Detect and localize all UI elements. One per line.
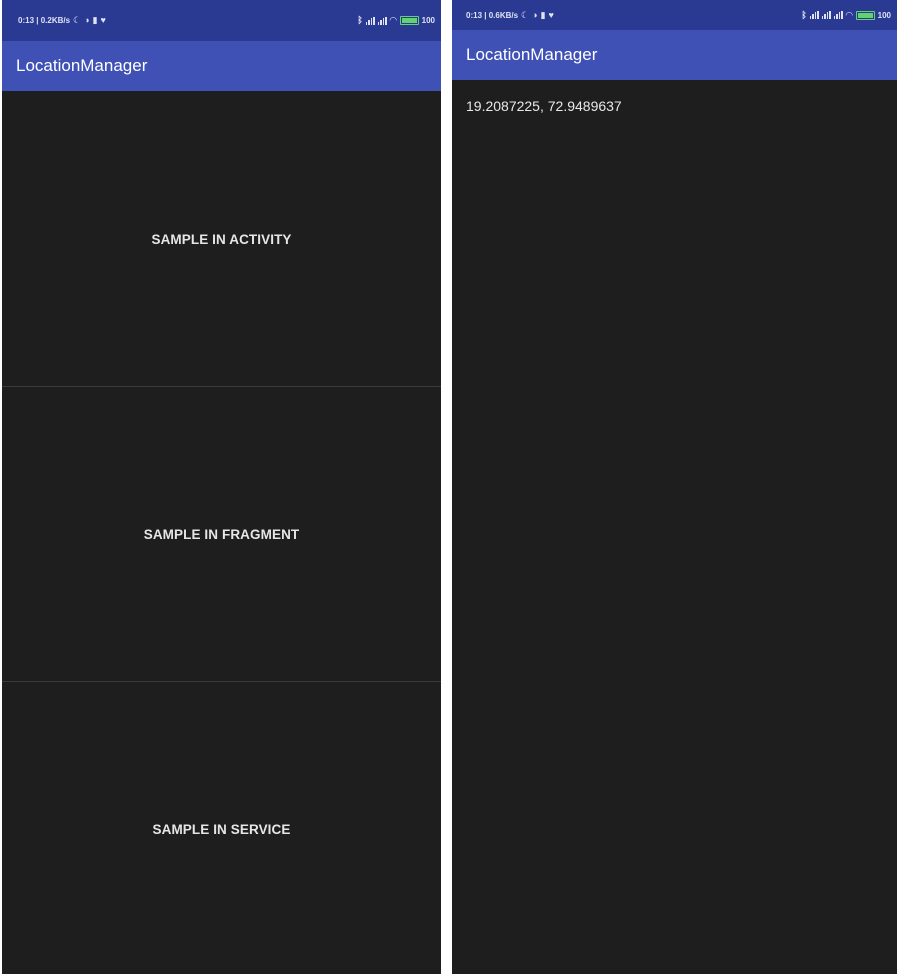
wifi-icon: ◠ bbox=[389, 15, 397, 25]
status-bar: 0:13 | 0.2KB/s ☾ ◑ ▮ ♥ ᛒ ◠ 100 bbox=[2, 0, 441, 41]
sample-in-activity-label: SAMPLE IN ACTIVITY bbox=[151, 231, 292, 247]
status-time-speed: 0:13 | 0.6KB/s bbox=[466, 10, 519, 20]
moon-icon: ☾ bbox=[521, 9, 530, 20]
right-screen: 0:13 | 0.6KB/s ☾ ◑ ▮ ♥ ᛒ ◠ 100 LocationM… bbox=[452, 0, 897, 974]
heart-icon: ♥ bbox=[100, 15, 106, 25]
signal-icon bbox=[833, 11, 843, 19]
left-screen: 0:13 | 0.2KB/s ☾ ◑ ▮ ♥ ᛒ ◠ 100 LocationM… bbox=[2, 0, 441, 974]
status-right: ᛒ ◠ 100 bbox=[801, 0, 891, 30]
battery-percent: 100 bbox=[421, 16, 435, 25]
signal-icon bbox=[821, 11, 831, 19]
bluetooth-icon: ᛒ bbox=[357, 15, 363, 25]
sample-in-fragment-label: SAMPLE IN FRAGMENT bbox=[143, 526, 300, 542]
app-title: LocationManager bbox=[16, 56, 148, 75]
moon-icon: ☾ bbox=[73, 15, 82, 25]
trash-icon: ▮ bbox=[92, 15, 98, 25]
sample-in-activity-button[interactable]: SAMPLE IN ACTIVITY bbox=[2, 92, 441, 386]
signal-icon bbox=[809, 11, 819, 19]
wifi-icon: ◠ bbox=[845, 9, 853, 20]
app-title: LocationManager bbox=[466, 45, 598, 64]
navigation-icon: ◑ bbox=[84, 15, 90, 25]
navigation-icon: ◑ bbox=[532, 9, 538, 20]
status-left: 0:13 | 0.6KB/s ☾ ◑ ▮ ♥ bbox=[466, 0, 554, 30]
heart-icon: ♥ bbox=[548, 9, 554, 20]
status-time-speed: 0:13 | 0.2KB/s bbox=[18, 16, 71, 25]
status-right: ᛒ ◠ 100 bbox=[357, 0, 435, 41]
app-bar: LocationManager bbox=[2, 41, 441, 91]
status-left: 0:13 | 0.2KB/s ☾ ◑ ▮ ♥ bbox=[18, 0, 106, 41]
sample-in-service-button[interactable]: SAMPLE IN SERVICE bbox=[2, 682, 441, 974]
status-bar: 0:13 | 0.6KB/s ☾ ◑ ▮ ♥ ᛒ ◠ 100 bbox=[452, 0, 897, 30]
battery-icon bbox=[399, 16, 419, 25]
bluetooth-icon: ᛒ bbox=[801, 9, 807, 20]
sample-in-service-label: SAMPLE IN SERVICE bbox=[152, 821, 291, 837]
app-bar: LocationManager bbox=[452, 30, 897, 80]
signal-icon bbox=[365, 16, 375, 25]
battery-icon bbox=[855, 10, 875, 20]
location-coordinates: 19.2087225, 72.9489637 bbox=[466, 98, 622, 114]
trash-icon: ▮ bbox=[540, 9, 546, 20]
signal-icon bbox=[377, 16, 387, 25]
sample-in-fragment-button[interactable]: SAMPLE IN FRAGMENT bbox=[2, 387, 441, 681]
battery-percent: 100 bbox=[877, 10, 891, 20]
